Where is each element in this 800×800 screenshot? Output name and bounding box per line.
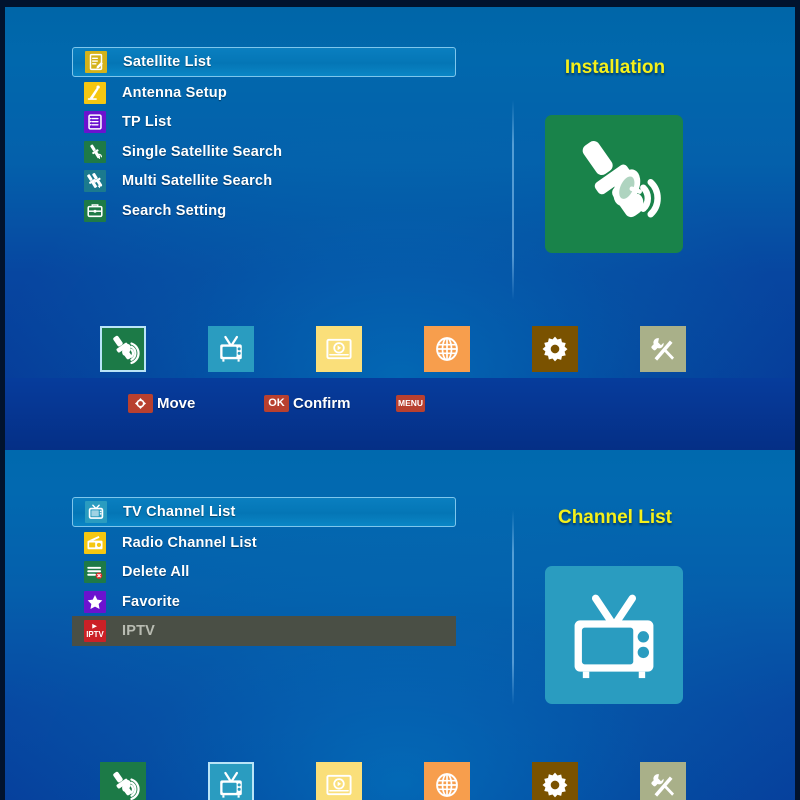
menu-item-label: Favorite: [122, 593, 181, 610]
svg-text:IPTV: IPTV: [86, 630, 104, 639]
multi-search-icon: [84, 170, 106, 193]
iconbar-media-player-icon[interactable]: [316, 762, 362, 800]
panel-title: Channel List: [557, 507, 672, 528]
screen-right-edge: [795, 450, 800, 800]
panel-title: Installation: [564, 57, 666, 78]
delete-all-icon: [84, 561, 106, 584]
iconbar-tools-icon[interactable]: [640, 326, 686, 372]
vertical-divider: [512, 510, 514, 705]
single-search-icon: [84, 140, 106, 163]
satellite-list-icon: [85, 51, 107, 73]
channel-list-hero-icon: [545, 566, 683, 704]
iconbar-settings-icon[interactable]: [532, 326, 578, 372]
keycap-menu-icon: MENU: [396, 394, 425, 412]
menu-item-favorite[interactable]: Favorite: [72, 587, 456, 617]
menu-item-antenna-setup[interactable]: Antenna Setup: [72, 78, 456, 108]
menu-item-multi-satellite-search[interactable]: Multi Satellite Search: [72, 166, 456, 196]
menu-item-single-satellite-search[interactable]: Single Satellite Search: [72, 137, 456, 167]
iconbar-network-icon[interactable]: [424, 326, 470, 372]
menu-item-label: TP List: [122, 114, 172, 131]
screen-right-edge: [795, 0, 800, 450]
vertical-divider: [512, 100, 514, 300]
menu-item-label: Radio Channel List: [122, 534, 257, 551]
iconbar-media-player-icon[interactable]: [316, 326, 362, 372]
iconbar-channel-list-icon[interactable]: [208, 762, 254, 800]
iconbar-installation-icon[interactable]: [100, 762, 146, 800]
iconbar-installation-icon[interactable]: [100, 326, 146, 372]
screen-left-edge: [0, 450, 5, 800]
menu-item-tv-channel-list[interactable]: TV Channel List: [72, 497, 456, 527]
menu-item-tp-list[interactable]: TP List: [72, 107, 456, 137]
antenna-setup-icon: [84, 81, 106, 104]
main-menu-iconbar: [0, 326, 800, 380]
keycap-ok-icon: OK: [264, 394, 289, 412]
channel-list-panel: TV Channel List Radio Channel List Delete …: [0, 450, 800, 800]
panel-top-edge: [0, 0, 800, 7]
favorite-star-icon: [84, 590, 106, 613]
menu-item-search-setting[interactable]: Search Setting: [72, 196, 456, 226]
menu-item-label: Single Satellite Search: [122, 143, 283, 160]
menu-item-label: IPTV: [122, 623, 156, 640]
iconbar-network-icon[interactable]: [424, 762, 470, 800]
hint-label: Confirm: [293, 394, 351, 412]
menu-item-satellite-list[interactable]: Satellite List: [72, 47, 456, 77]
tp-list-icon: [84, 111, 106, 134]
status-bar-background: [0, 378, 800, 450]
screen-left-edge: [0, 0, 5, 450]
search-setting-icon: [84, 200, 106, 222]
hint-label: Move: [157, 394, 196, 412]
menu-item-label: Search Setting: [122, 203, 227, 219]
menu-item-iptv: IPTV IPTV: [72, 616, 456, 647]
hint-exit: MENUExit: [396, 392, 425, 414]
installation-panel: Satellite List Antenna Setup TP List Single…: [0, 0, 800, 450]
keycap-dpad-icon: [128, 393, 153, 413]
installation-hero-icon: [545, 115, 683, 253]
radio-channel-list-icon: [84, 531, 106, 554]
tv-receiver-screen: Satellite List Antenna Setup TP List Single…: [0, 0, 800, 800]
hint-confirm: OK Confirm: [264, 392, 351, 414]
main-menu-iconbar: [0, 762, 800, 800]
iconbar-tools-icon[interactable]: [640, 762, 686, 800]
menu-item-label: Delete All: [122, 564, 190, 581]
tv-channel-list-icon: [85, 501, 107, 523]
iptv-icon: IPTV: [84, 620, 106, 643]
menu-item-label: Satellite List: [123, 54, 212, 70]
iconbar-channel-list-icon[interactable]: [208, 326, 254, 372]
menu-item-radio-channel-list[interactable]: Radio Channel List: [72, 528, 456, 558]
menu-item-delete-all[interactable]: Delete All: [72, 557, 456, 587]
menu-item-label: TV Channel List: [123, 504, 236, 520]
hint-move: Move: [128, 392, 195, 414]
menu-item-label: Multi Satellite Search: [122, 173, 273, 190]
iconbar-settings-icon[interactable]: [532, 762, 578, 800]
menu-item-label: Antenna Setup: [122, 84, 227, 101]
